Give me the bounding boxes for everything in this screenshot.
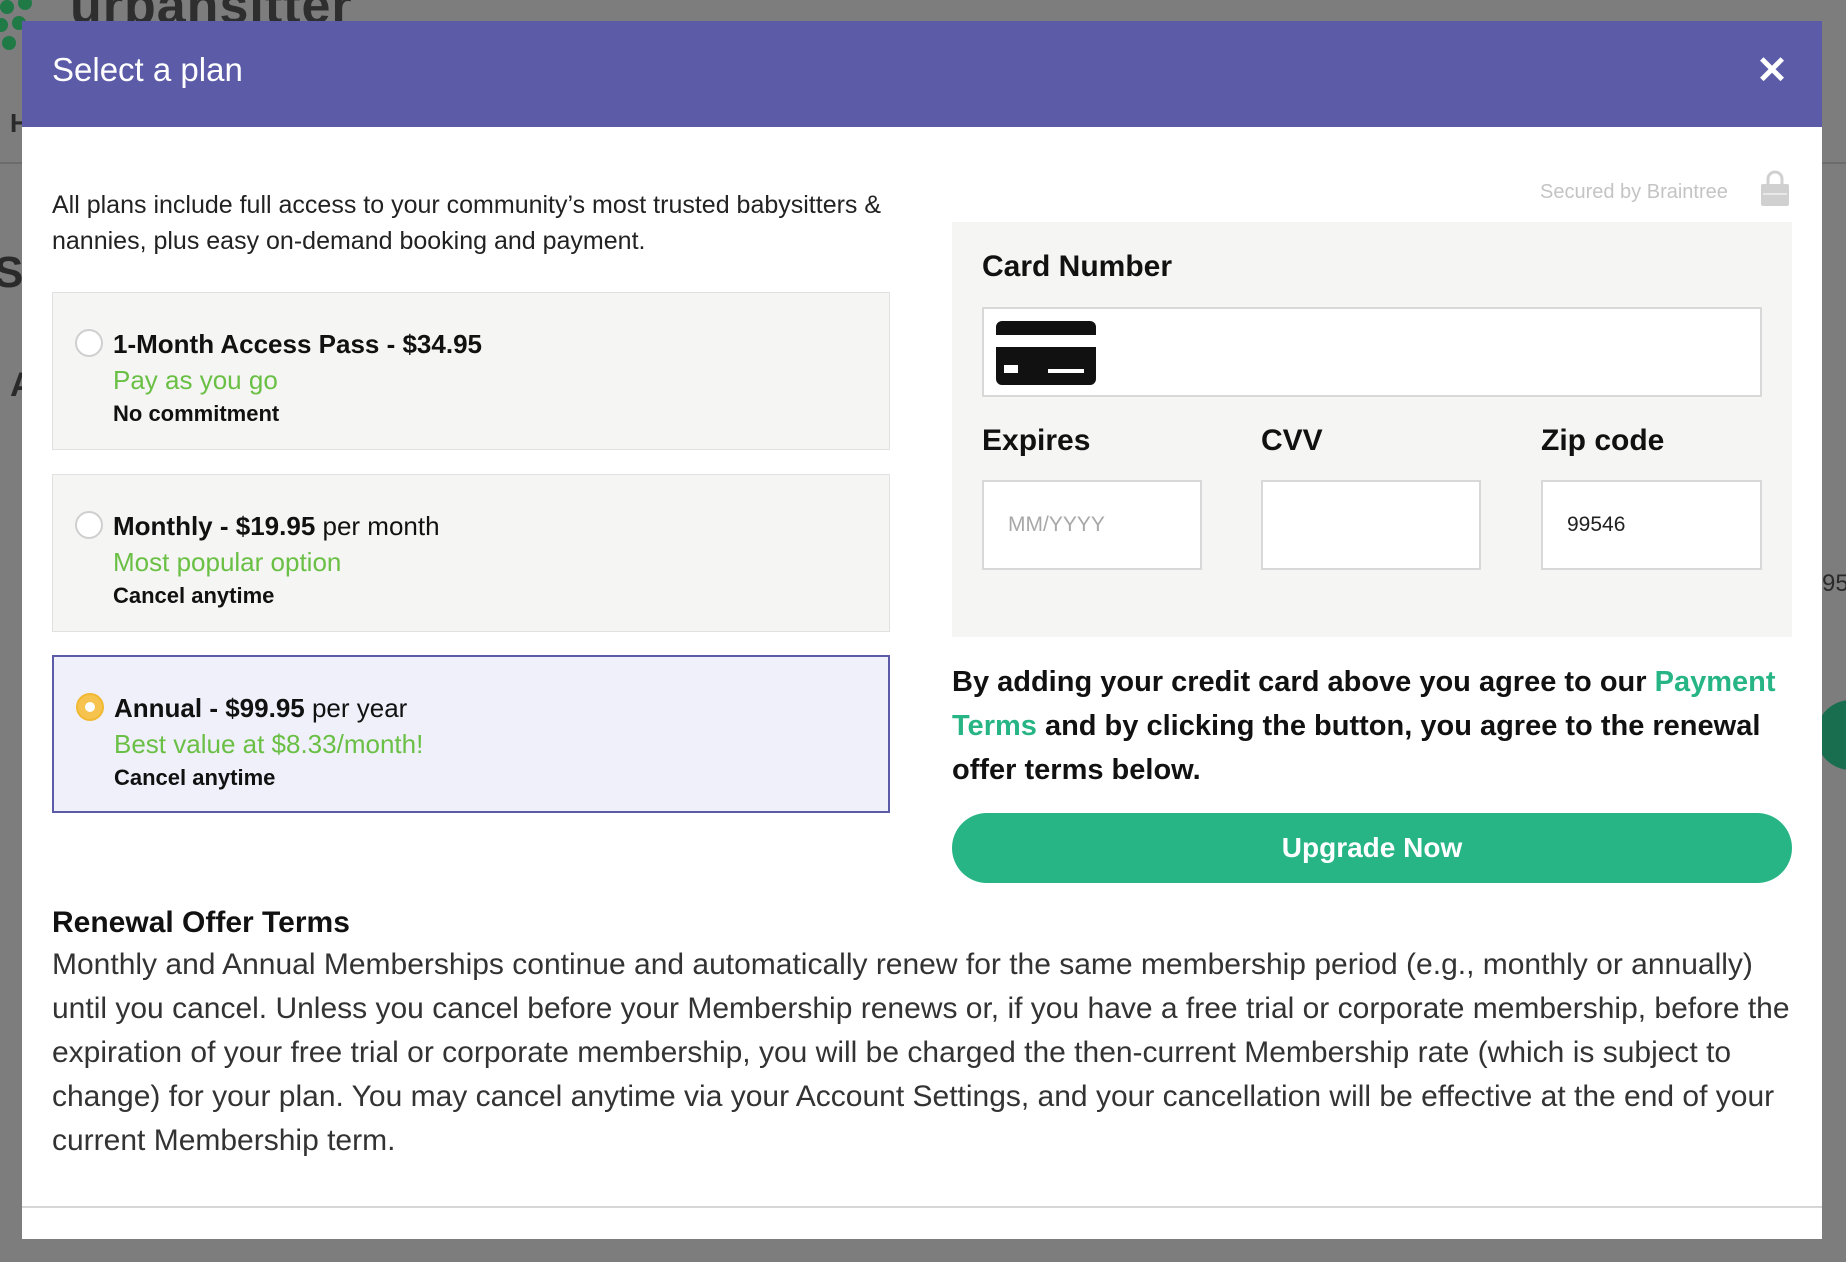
plan-name: 1-Month Access Pass - $34.95 — [113, 329, 482, 359]
plan-name: Annual - $99.95 per year — [114, 693, 408, 723]
renewal-terms-body: Monthly and Annual Memberships continue … — [52, 948, 1790, 1157]
plan-radio-monthly[interactable] — [75, 511, 103, 539]
card-form-panel: Card Number Expires CVV Zip code — [952, 222, 1792, 637]
plan-note: Cancel anytime — [113, 583, 275, 608]
select-plan-modal: Select a plan ✕ All plans include full a… — [22, 21, 1822, 1239]
plan-tagline: Most popular option — [113, 547, 342, 577]
plan-radio-annual[interactable] — [76, 693, 104, 721]
plan-option-annual[interactable]: Annual - $99.95 per year Best value at $… — [52, 655, 890, 813]
card-number-label: Card Number — [982, 250, 1173, 283]
plan-note: No commitment — [113, 401, 280, 426]
modal-header: Select a plan ✕ — [22, 21, 1822, 127]
plan-name: Monthly - $19.95 per month — [113, 511, 440, 541]
modal-title: Select a plan — [52, 51, 243, 88]
renewal-terms-title: Renewal Offer Terms — [52, 906, 350, 939]
background-price-fragment: 95 — [1822, 570, 1846, 597]
expires-input[interactable] — [982, 480, 1202, 570]
modal-footer-divider — [22, 1206, 1822, 1208]
close-icon: ✕ — [1756, 50, 1788, 92]
secured-by-text: Secured by Braintree — [1540, 181, 1728, 203]
cvv-label: CVV — [1261, 424, 1323, 457]
zip-code-input[interactable] — [1541, 480, 1762, 570]
lock-icon — [1761, 170, 1789, 206]
plan-radio-1-month[interactable] — [75, 329, 103, 357]
plan-tagline: Pay as you go — [113, 365, 278, 395]
plan-tagline: Best value at $8.33/month! — [114, 729, 424, 759]
expires-label: Expires — [982, 424, 1091, 457]
zip-code-label: Zip code — [1541, 424, 1665, 457]
credit-card-icon — [996, 321, 1096, 385]
upgrade-now-button[interactable]: Upgrade Now — [952, 813, 1792, 883]
cvv-input[interactable] — [1261, 480, 1481, 570]
plan-option-1-month[interactable]: 1-Month Access Pass - $34.95 Pay as you … — [52, 292, 890, 450]
close-button[interactable]: ✕ — [1750, 49, 1794, 93]
plan-note: Cancel anytime — [114, 765, 276, 790]
plan-intro-text: All plans include full access to your co… — [52, 191, 882, 255]
card-number-field[interactable] — [982, 307, 1762, 397]
plan-option-monthly[interactable]: Monthly - $19.95 per month Most popular … — [52, 474, 890, 632]
payment-agreement-text: By adding your credit card above you agr… — [952, 666, 1776, 786]
